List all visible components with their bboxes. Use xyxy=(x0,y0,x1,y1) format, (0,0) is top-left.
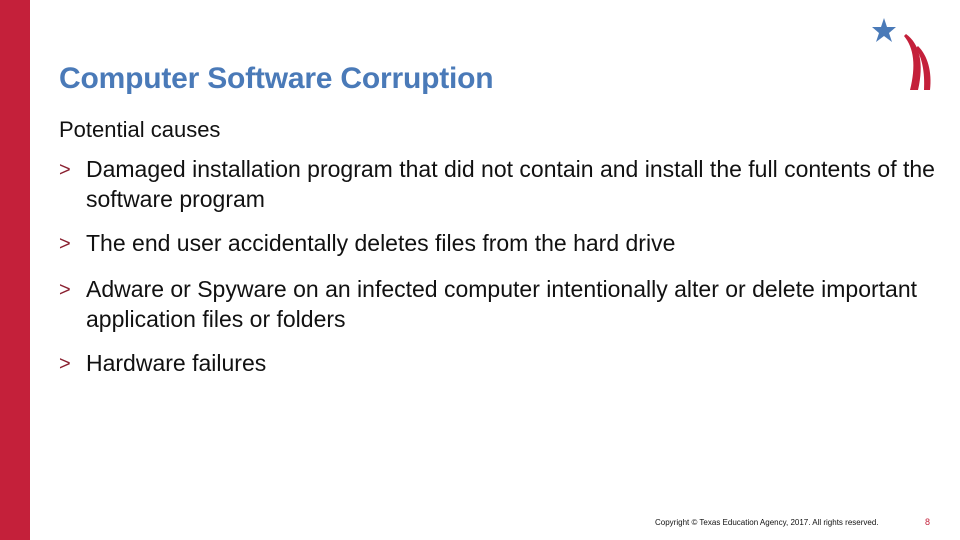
sidebar-accent-bar xyxy=(0,0,30,540)
chevron-right-icon: > xyxy=(59,159,71,181)
slide-subtitle: Potential causes xyxy=(59,117,221,142)
chevron-right-icon: > xyxy=(59,279,71,301)
bullet-text: Hardware failures xyxy=(86,350,267,376)
bullet-text: Damaged installation program that did no… xyxy=(86,156,935,212)
page-number: 8 xyxy=(925,517,931,527)
bullet-item: > Hardware failures xyxy=(59,348,939,380)
bullet-item: > The end user accidentally deletes file… xyxy=(59,228,939,260)
bullet-item: > Damaged installation program that did … xyxy=(59,154,939,214)
bullet-item: > Adware or Spyware on an infected compu… xyxy=(59,274,939,334)
chevron-right-icon: > xyxy=(59,233,71,255)
swoosh-stripe-1 xyxy=(904,34,921,90)
bullet-text: The end user accidentally deletes files … xyxy=(86,230,676,256)
star-icon xyxy=(872,18,896,42)
bullet-text: Adware or Spyware on an infected compute… xyxy=(86,276,918,332)
bullet-list: > Damaged installation program that did … xyxy=(59,154,939,394)
copyright-notice: Copyright © Texas Education Agency, 2017… xyxy=(655,518,879,527)
chevron-right-icon: > xyxy=(59,353,71,375)
tea-logo-icon xyxy=(872,18,931,90)
slide-title: Computer Software Corruption xyxy=(59,62,494,95)
